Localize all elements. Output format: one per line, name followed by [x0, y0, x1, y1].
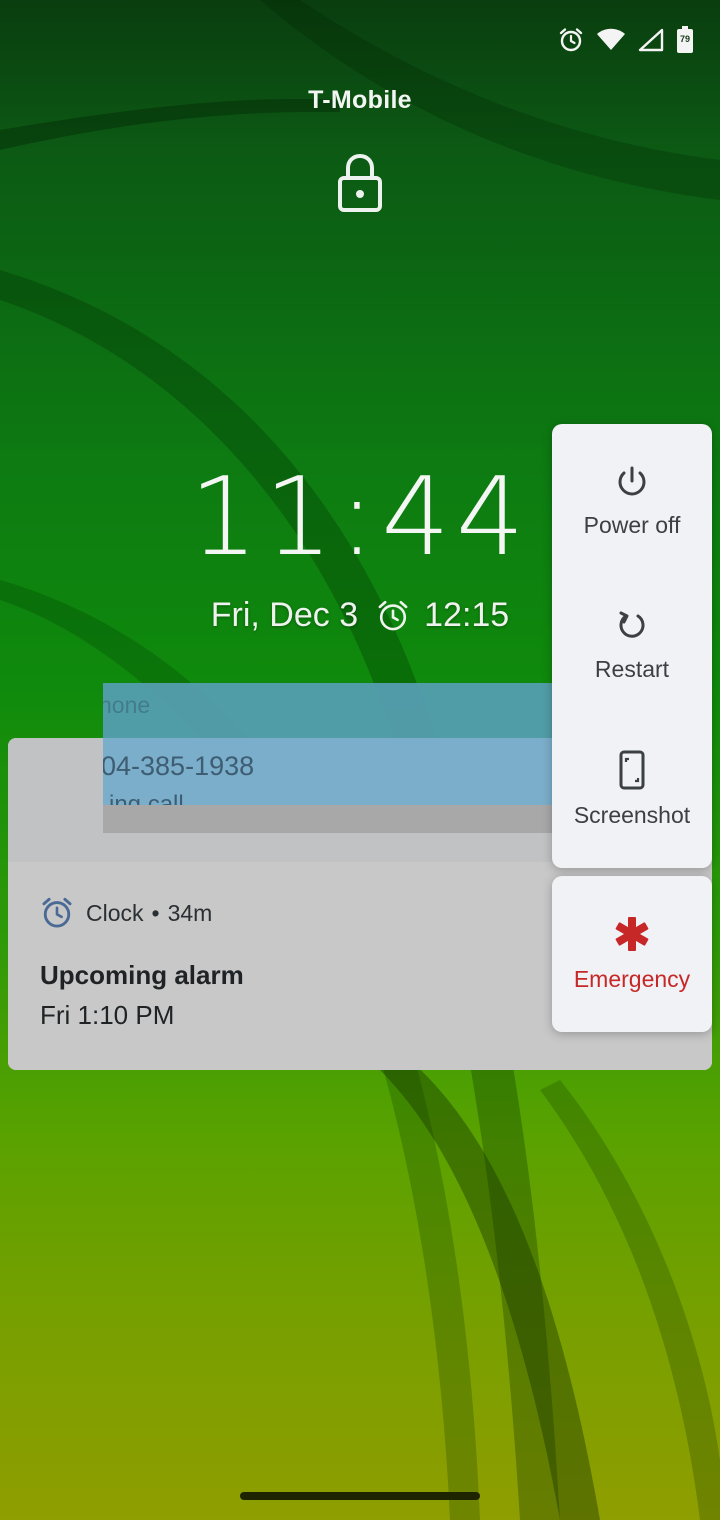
lockscreen-date: Fri, Dec 3	[210, 596, 359, 634]
home-indicator[interactable]	[240, 1492, 480, 1500]
screenshot-label: Screenshot	[573, 802, 691, 828]
notification-age: 34m	[167, 899, 213, 926]
call-card-shadow	[103, 805, 553, 833]
power-icon	[618, 466, 646, 496]
notification-body: Fri 1:10 PM	[40, 1000, 175, 1030]
restart-label: Restart	[594, 656, 670, 682]
notification-header: Clock • 34m	[40, 896, 212, 930]
emergency-label: Emergency	[573, 966, 691, 992]
battery-level: 79	[679, 34, 690, 44]
cell-signal-icon	[638, 28, 664, 52]
screenshot-button[interactable]: Screenshot	[552, 750, 712, 829]
notification-title: Upcoming alarm	[40, 960, 244, 990]
power-off-button[interactable]: Power off	[552, 464, 712, 539]
alarm-icon	[378, 600, 408, 630]
screenshot-icon	[619, 750, 645, 790]
status-bar: 79	[558, 22, 694, 58]
lock-icon	[338, 153, 382, 212]
emergency-icon	[615, 917, 649, 951]
carrier-name: T-Mobile	[308, 86, 412, 114]
alarm-icon	[42, 897, 72, 928]
caller-number: 04-385-1938	[103, 751, 255, 781]
notification-app-name: Clock	[86, 899, 144, 926]
alarm-icon	[559, 28, 583, 52]
emergency-button[interactable]: Emergency	[552, 876, 712, 1032]
wifi-icon	[597, 28, 625, 50]
battery-icon: 79	[676, 26, 694, 54]
restart-button[interactable]: Restart	[552, 608, 712, 683]
power-off-label: Power off	[583, 512, 681, 538]
next-alarm-time: 12:15	[424, 596, 510, 634]
notification-separator: •	[151, 899, 160, 926]
restart-icon	[619, 611, 645, 638]
power-menu: Power off Restart Screenshot	[552, 424, 712, 868]
call-card-header-band	[103, 683, 573, 738]
call-status: ing call	[109, 791, 184, 805]
